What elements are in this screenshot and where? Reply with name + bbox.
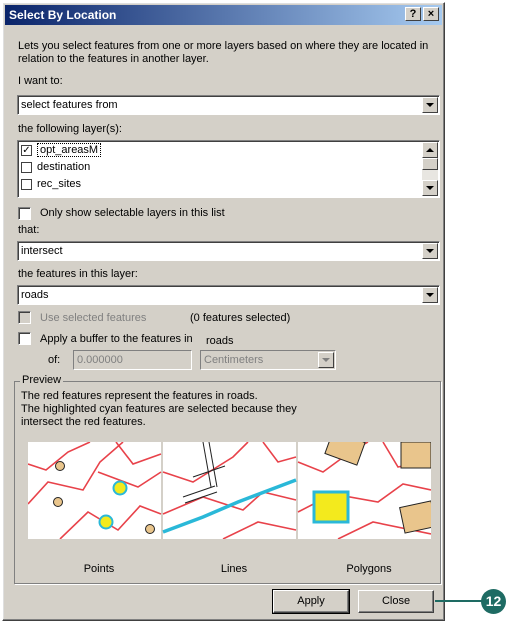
dialog-description: Lets you select features from one or mor… — [18, 40, 429, 65]
preview-label: Preview — [20, 374, 64, 386]
preview-images — [27, 430, 437, 540]
buffer-units-dropdown[interactable]: Centimeters — [200, 350, 336, 370]
buffer-distance-input[interactable]: 0.000000 — [73, 350, 192, 370]
buffer-distance-value: 0.000000 — [77, 354, 123, 366]
chevron-down-icon[interactable] — [422, 97, 438, 113]
buffer-units-value: Centimeters — [204, 354, 264, 366]
scroll-thumb[interactable] — [422, 158, 438, 170]
scroll-down-icon[interactable] — [422, 180, 438, 196]
scroll-up-icon[interactable] — [422, 142, 438, 158]
close-button-label: Close — [381, 595, 411, 607]
apply-buffer-checkbox[interactable] — [18, 332, 31, 345]
chevron-down-icon[interactable] — [422, 243, 438, 259]
layer-item-rec-sites[interactable]: rec_sites — [21, 177, 421, 193]
layer-name: destination — [37, 161, 91, 173]
layers-list[interactable]: ✓ opt_areasM destination rec_sites — [17, 140, 440, 198]
layer-checkbox-destination[interactable] — [21, 162, 32, 173]
close-window-button[interactable]: × — [423, 7, 439, 21]
layer-item-opt-areasm[interactable]: ✓ opt_areasM — [21, 143, 421, 159]
apply-button-label: Apply — [297, 595, 325, 607]
source-layer-label: the features in this layer: — [18, 268, 138, 280]
polygons-example-image — [297, 430, 437, 540]
preview-line-2: The highlighted cyan features are select… — [21, 403, 297, 415]
method-dropdown[interactable]: select features from — [17, 95, 440, 115]
buffer-of-label: of: — [48, 354, 61, 366]
relation-label: that: — [18, 224, 40, 236]
callout-number-badge: 12 — [481, 589, 506, 614]
buffer-layer-name: roads — [206, 335, 234, 347]
layer-name: opt_areasM — [37, 143, 102, 157]
apply-button[interactable]: Apply — [272, 589, 350, 614]
layers-scrollbar[interactable] — [422, 142, 438, 196]
use-selected-label: Use selected features — [40, 312, 147, 324]
caption-polygons: Polygons — [346, 563, 392, 575]
source-layer-dropdown[interactable]: roads — [17, 285, 440, 305]
close-button[interactable]: Close — [358, 590, 434, 613]
chevron-down-icon[interactable] — [422, 287, 438, 303]
relation-dropdown[interactable]: intersect — [17, 241, 440, 261]
features-selected-count: (0 features selected) — [190, 312, 291, 324]
preview-line-3: intersect the red features. — [21, 416, 146, 428]
callout-leader-line — [435, 600, 485, 602]
caption-lines: Lines — [220, 563, 248, 575]
source-layer-value: roads — [21, 289, 49, 301]
method-value: select features from — [21, 99, 118, 111]
dialog-title: Select By Location — [9, 8, 117, 22]
layer-name: rec_sites — [37, 178, 82, 190]
caption-points: Points — [83, 563, 115, 575]
preview-illustrations — [27, 430, 437, 540]
apply-buffer-label: Apply a buffer to the features in — [40, 333, 193, 345]
use-selected-checkbox[interactable] — [18, 311, 31, 324]
only-selectable-label: Only show selectable layers in this list — [40, 207, 225, 219]
chevron-down-icon[interactable] — [318, 352, 334, 368]
layers-label: the following layer(s): — [18, 123, 122, 135]
preview-line-1: The red features represent the features … — [21, 390, 258, 402]
method-label: I want to: — [18, 75, 63, 87]
layer-item-destination[interactable]: destination — [21, 160, 421, 176]
points-example-image — [27, 441, 162, 540]
layer-checkbox-rec-sites[interactable] — [21, 179, 32, 190]
help-button[interactable]: ? — [405, 7, 421, 21]
lines-example-image — [162, 441, 297, 540]
title-bar[interactable]: Select By Location ? × — [5, 5, 442, 25]
only-selectable-checkbox[interactable] — [18, 207, 31, 220]
relation-value: intersect — [21, 245, 63, 257]
layer-checkbox-opt-areasm[interactable]: ✓ — [21, 145, 32, 156]
